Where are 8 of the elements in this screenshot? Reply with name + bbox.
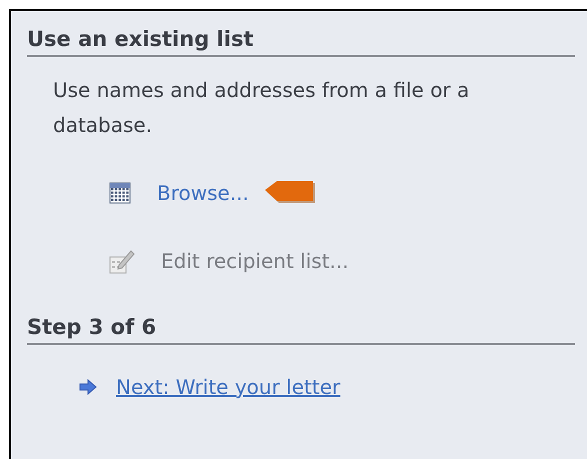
table-icon: [109, 182, 131, 204]
section-heading: Step 3 of 6: [27, 315, 575, 345]
description-text: Use names and addresses from a file or a database.: [53, 77, 470, 139]
right-arrow-icon: [79, 379, 97, 395]
edit-list-icon: [109, 248, 135, 274]
link[interactable]: Browse...: [157, 181, 249, 205]
section-heading: Use an existing list: [27, 27, 575, 57]
link[interactable]: Next: Write your letter: [116, 375, 340, 399]
